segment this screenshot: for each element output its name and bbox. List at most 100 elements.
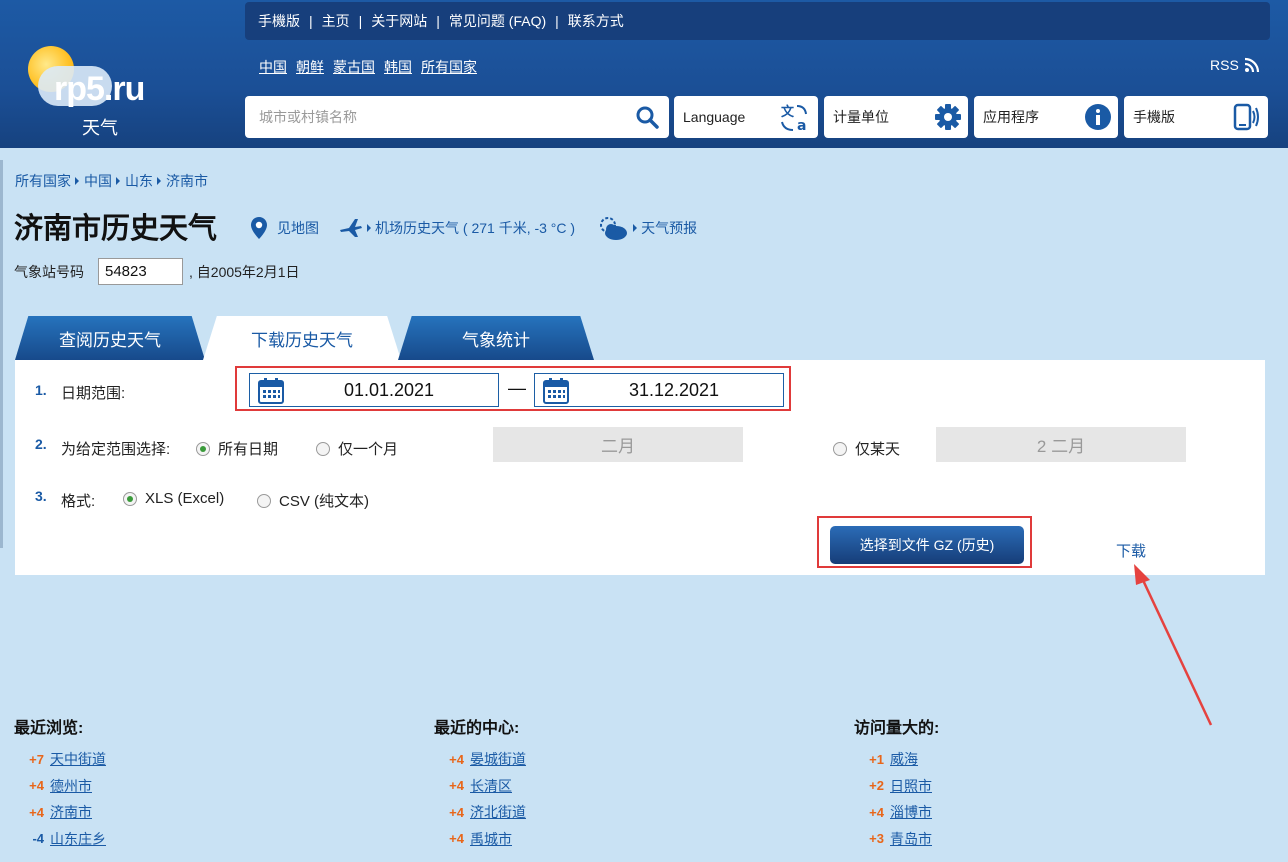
list-item: -4 山东庄乡	[14, 826, 334, 853]
station-number-input[interactable]	[98, 258, 183, 285]
list-item: +4 济北街道	[434, 799, 754, 826]
city-link[interactable]: 济南市	[50, 802, 92, 822]
radio-xls-label: XLS (Excel)	[145, 490, 225, 507]
info-icon	[1085, 104, 1111, 130]
city-link[interactable]: 济北街道	[470, 802, 526, 822]
list-item: +1 威海	[854, 746, 1174, 773]
chevron-right-icon	[116, 177, 120, 185]
radio-one-day-label: 仅某天	[855, 441, 901, 458]
recently-viewed-list: 最近浏览: +7 天中街道 +4 德州市 +4 济南市 -4 山东庄乡	[14, 714, 334, 852]
city-link[interactable]: 禹城市	[470, 829, 512, 849]
airport-history-link[interactable]: 机场历史天气 ( 271 千米, -3 °C )	[375, 218, 575, 238]
station-label: 气象站号码	[14, 263, 84, 280]
left-edge-bar	[0, 160, 3, 548]
breadcrumb-china[interactable]: 中国	[84, 171, 112, 191]
search-input[interactable]	[245, 96, 625, 138]
top-nav: 手機版 | 主页 | 关于网站 | 常见问题 (FAQ) | 联系方式	[245, 2, 1270, 40]
date-from-field[interactable]: 01.01.2021	[249, 373, 499, 407]
city-link[interactable]: 德州市	[50, 776, 92, 796]
search-icon[interactable]	[635, 105, 659, 129]
temp-delta: +2	[869, 778, 884, 794]
city-link[interactable]: 天中街道	[50, 749, 106, 769]
radio-dot[interactable]	[196, 441, 210, 456]
apps-button[interactable]: 应用程序	[974, 96, 1118, 138]
temp-delta: +4	[449, 751, 464, 767]
temp-delta: +4	[449, 831, 464, 847]
country-links: 中国 朝鲜 蒙古国 韩国 所有国家	[259, 57, 477, 77]
temp-delta: +4	[869, 804, 884, 820]
nearest-centers-title: 最近的中心:	[434, 720, 520, 737]
radio-dot[interactable]	[257, 493, 271, 508]
radio-one-month[interactable]: 仅一个月	[316, 438, 398, 459]
phone-icon	[1233, 103, 1259, 131]
brand-name: rp5.ru	[54, 70, 145, 108]
city-link[interactable]: 日照市	[890, 776, 932, 796]
apps-label: 应用程序	[983, 109, 1039, 125]
radio-dot[interactable]	[123, 491, 137, 506]
radio-dot[interactable]	[316, 441, 330, 456]
most-visited-title: 访问量大的:	[854, 720, 940, 737]
breadcrumb-all-countries[interactable]: 所有国家	[15, 171, 71, 191]
country-mongolia[interactable]: 蒙古国	[333, 57, 375, 77]
radio-csv[interactable]: CSV (纯文本)	[257, 490, 369, 511]
radio-all-dates-label: 所有日期	[218, 441, 279, 458]
city-link[interactable]: 青岛市	[890, 829, 932, 849]
radio-xls[interactable]: XLS (Excel)	[123, 490, 224, 507]
search-box	[245, 96, 669, 138]
download-link[interactable]: 下载	[1116, 540, 1146, 561]
country-south-korea[interactable]: 韩国	[384, 57, 412, 77]
tab-statistics[interactable]: 气象统计	[398, 316, 594, 360]
country-china[interactable]: 中国	[259, 57, 287, 77]
nav-about[interactable]: 关于网站	[371, 11, 427, 31]
nav-home[interactable]: 主页	[322, 11, 350, 31]
country-north-korea[interactable]: 朝鲜	[296, 57, 324, 77]
title-links: 见地图 机场历史天气 ( 271 千米, -3 °C ) 天气预报	[250, 214, 697, 242]
mobile-button[interactable]: 手機版	[1124, 96, 1268, 138]
step-2-number: 2.	[35, 436, 47, 452]
radio-one-month-label: 仅一个月	[338, 441, 399, 458]
rss-label: RSS	[1210, 57, 1239, 73]
tab-download-history[interactable]: 下载历史天气	[203, 316, 401, 360]
breadcrumb-jinan[interactable]: 济南市	[166, 171, 208, 191]
site-logo[interactable]: rp5.ru 天气	[20, 40, 180, 140]
country-all[interactable]: 所有国家	[421, 57, 477, 77]
temp-delta: +4	[29, 804, 44, 820]
radio-csv-label: CSV (纯文本)	[279, 493, 370, 510]
map-link[interactable]: 见地图	[277, 218, 319, 238]
tab-view-history[interactable]: 查阅历史天气	[15, 316, 205, 360]
select-gz-file-button[interactable]: 选择到文件 GZ (历史)	[830, 526, 1024, 564]
city-link[interactable]: 淄博市	[890, 802, 932, 822]
city-link[interactable]: 晏城街道	[470, 749, 526, 769]
city-link[interactable]: 威海	[890, 749, 918, 769]
chevron-right-icon	[633, 224, 638, 232]
nav-faq[interactable]: 常见问题 (FAQ)	[449, 11, 546, 31]
breadcrumb-shandong[interactable]: 山东	[125, 171, 153, 191]
date-from-value: 01.01.2021	[343, 379, 435, 400]
airplane-icon	[340, 219, 362, 237]
forecast-link[interactable]: 天气预报	[641, 218, 697, 238]
nav-contact[interactable]: 联系方式	[568, 11, 624, 31]
radio-all-dates[interactable]: 所有日期	[196, 438, 278, 459]
month-select[interactable]: 二月	[493, 427, 743, 462]
recently-viewed-title: 最近浏览:	[14, 720, 84, 737]
city-link[interactable]: 长清区	[470, 776, 512, 796]
units-button[interactable]: 计量单位	[824, 96, 968, 138]
list-item: +3 青岛市	[854, 826, 1174, 853]
nav-mobile[interactable]: 手機版	[258, 11, 300, 31]
page-title: 济南市历史天气	[14, 213, 218, 245]
temp-delta: -4	[32, 831, 44, 847]
rss-link[interactable]: RSS	[1210, 57, 1260, 73]
city-link[interactable]: 山东庄乡	[50, 829, 106, 849]
day-select[interactable]: 2 二月	[936, 427, 1186, 462]
list-item: +4 晏城街道	[434, 746, 754, 773]
temp-delta: +3	[869, 831, 884, 847]
date-to-field[interactable]: 31.12.2021	[534, 373, 784, 407]
list-item: +2 日照市	[854, 773, 1174, 800]
temp-delta: +4	[29, 778, 44, 794]
range-select-label: 为给定范围选择:	[61, 441, 171, 458]
radio-one-day[interactable]: 仅某天	[833, 438, 900, 459]
temp-delta: +4	[449, 804, 464, 820]
language-button[interactable]: Language 文 a	[674, 96, 818, 138]
radio-dot[interactable]	[833, 441, 847, 456]
language-label: Language	[683, 109, 746, 125]
